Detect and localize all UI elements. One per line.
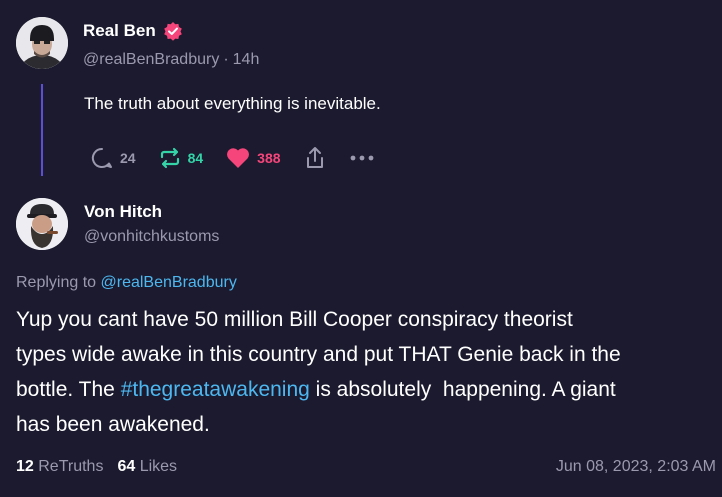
handle-separator: · bbox=[223, 51, 229, 68]
hashtag-link[interactable]: #thegreatawakening bbox=[121, 378, 310, 401]
reply-text-segment: bottle. The bbox=[16, 378, 121, 401]
share-icon bbox=[303, 145, 327, 171]
likes-stat[interactable]: 64 Likes bbox=[117, 458, 177, 475]
post-stats: 12 ReTruths 64 Likes bbox=[16, 458, 177, 476]
post-text: The truth about everything is inevitable… bbox=[84, 94, 381, 113]
author-name[interactable]: Real Ben bbox=[83, 21, 156, 41]
retruth-icon bbox=[158, 146, 182, 170]
replying-to: Replying to @realBenBradbury bbox=[16, 274, 237, 292]
retruths-label: ReTruths bbox=[38, 458, 104, 475]
author-name[interactable]: Von Hitch bbox=[84, 202, 162, 222]
reply-count: 24 bbox=[120, 150, 136, 166]
verified-badge-icon bbox=[163, 21, 183, 41]
like-button[interactable]: 388 bbox=[225, 146, 281, 170]
heart-icon bbox=[225, 146, 251, 170]
post-date: Jun 08, 2023, 2:03 AM bbox=[555, 458, 716, 475]
more-button[interactable] bbox=[349, 154, 375, 162]
post-time[interactable]: 14h bbox=[233, 51, 260, 68]
avatar-von-hitch[interactable] bbox=[16, 198, 68, 250]
reply-text-line: bottle. The #thegreatawakening is absolu… bbox=[16, 372, 716, 407]
like-count: 388 bbox=[257, 150, 281, 166]
thread-line bbox=[41, 84, 43, 176]
retruth-button[interactable]: 84 bbox=[158, 146, 204, 170]
reply-text-line: types wide awake in this country and put… bbox=[16, 343, 621, 366]
author-handle[interactable]: @realBenBradbury bbox=[83, 51, 219, 68]
author-handle-line: @realBenBradbury · 14h bbox=[83, 51, 259, 69]
likes-label: Likes bbox=[139, 458, 178, 475]
reply-text-line: Yup you cant have 50 million Bill Cooper… bbox=[16, 308, 573, 331]
more-dots-icon bbox=[349, 154, 375, 162]
reply-text-line: has been awakened. bbox=[16, 413, 210, 436]
reply-text: Yup you cant have 50 million Bill Cooper… bbox=[16, 302, 716, 442]
post-thread: Real Ben @realBenBradbury · 14h The truth … bbox=[0, 0, 722, 497]
retruths-stat[interactable]: 12 ReTruths bbox=[16, 458, 103, 475]
share-button[interactable] bbox=[303, 145, 327, 171]
author-handle[interactable]: @vonhitchkustoms bbox=[84, 228, 219, 246]
retruth-count: 84 bbox=[187, 150, 204, 166]
replying-to-mention[interactable]: @realBenBradbury bbox=[101, 274, 237, 291]
avatar-real-ben[interactable] bbox=[16, 17, 68, 69]
post-actions: 24 84 388 bbox=[90, 144, 397, 172]
likes-count: 64 bbox=[117, 458, 136, 475]
reply-text-segment: is absolutely happening. A giant bbox=[309, 378, 616, 401]
retruths-count: 12 bbox=[16, 458, 34, 475]
reply-bubble-icon bbox=[90, 146, 114, 170]
reply-button[interactable]: 24 bbox=[90, 146, 136, 170]
replying-to-label: Replying to bbox=[16, 274, 97, 291]
